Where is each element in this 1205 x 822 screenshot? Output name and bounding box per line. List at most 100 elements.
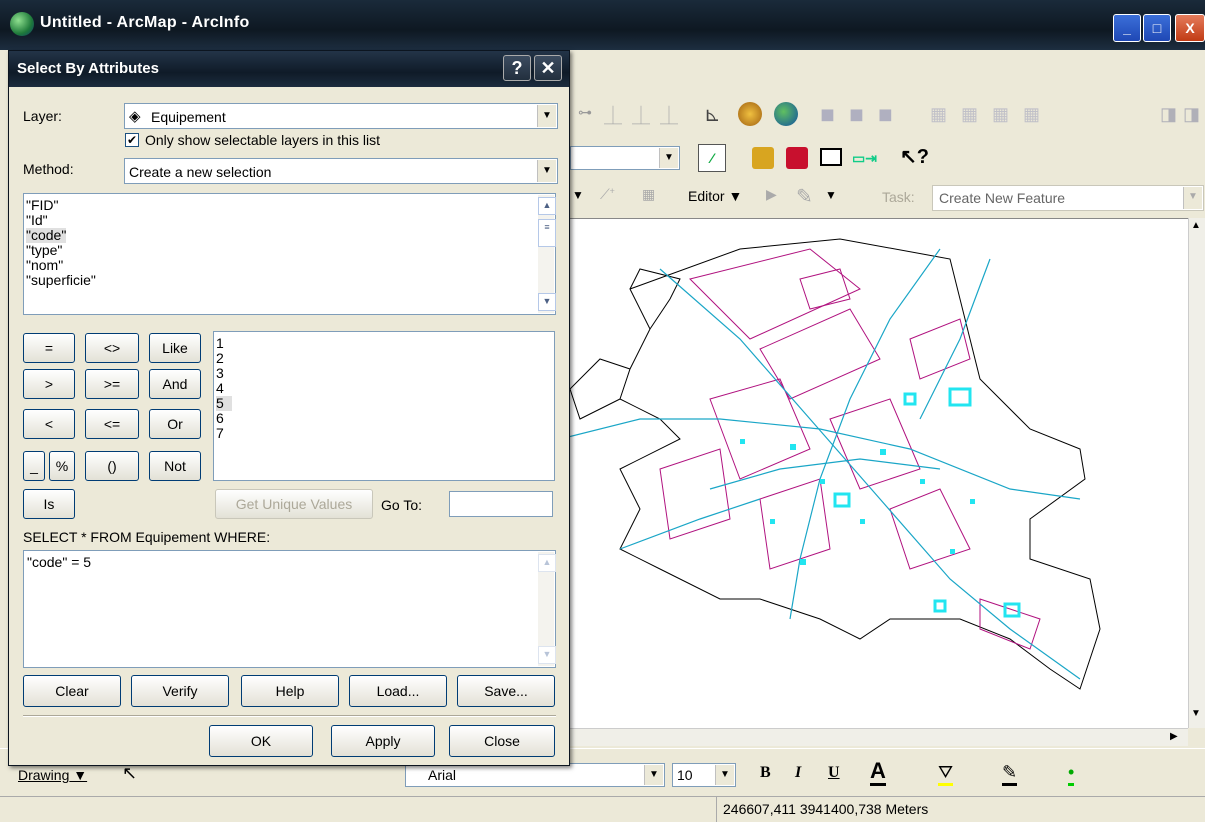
table-icon[interactable]: ▦ xyxy=(642,186,655,203)
draw-point-icon[interactable]: ⟋⁺ xyxy=(600,186,615,203)
scroll-down-icon[interactable]: ▼ xyxy=(1191,708,1201,719)
bold-button[interactable]: B xyxy=(760,764,771,782)
value-item[interactable]: 4 xyxy=(214,381,554,396)
load-button[interactable]: Load... xyxy=(349,675,447,707)
selected-feature xyxy=(860,519,865,524)
whats-this-icon[interactable]: ↖? xyxy=(900,144,929,169)
verify-button[interactable]: Verify xyxy=(131,675,229,707)
is-button[interactable]: Is xyxy=(23,489,75,519)
scale-combo[interactable]: ▼ xyxy=(570,146,680,170)
method-combo[interactable]: Create a new selection ▼ xyxy=(124,158,558,184)
value-item[interactable]: 3 xyxy=(214,366,554,381)
field-item[interactable]: "Id" xyxy=(24,213,555,228)
less-than-button[interactable]: < xyxy=(23,409,75,439)
marker-color-icon[interactable]: • xyxy=(1068,761,1075,786)
chevron-down-icon: ▼ xyxy=(537,105,556,127)
edit-vertex-icon[interactable]: ⏊ xyxy=(604,102,622,128)
map-horizontal-scrollbar[interactable]: ▶ xyxy=(560,728,1188,746)
only-selectable-checkbox[interactable]: ✔ xyxy=(125,133,139,147)
close-window-button[interactable]: X xyxy=(1175,14,1205,42)
georef-icons[interactable]: ◼◼◼ xyxy=(820,104,907,125)
help-icon[interactable]: ? xyxy=(503,55,531,81)
fields-list[interactable]: "FID" "Id" "code" "type" "nom" "superfic… xyxy=(23,193,556,315)
edit-topology-icon[interactable]: ⏊ xyxy=(660,102,678,128)
scroll-down-icon[interactable]: ▼ xyxy=(538,646,556,664)
not-button[interactable]: Not xyxy=(149,451,201,481)
sketch-tool-icon[interactable]: ✎ xyxy=(796,184,813,209)
close-button[interactable]: Close xyxy=(449,725,555,757)
graph-icon[interactable]: ⊾ xyxy=(704,102,721,127)
maximize-button[interactable]: □ xyxy=(1143,14,1171,42)
parentheses-button[interactable]: () xyxy=(85,451,139,481)
goto-input[interactable] xyxy=(449,491,553,517)
fields-scrollbar[interactable]: ▲ ≡ ▼ xyxy=(538,195,556,313)
modelbuilder-icon[interactable]: ▭⇥ xyxy=(852,150,877,167)
globe-icon[interactable] xyxy=(774,102,798,126)
font-name-combo[interactable]: Arial ▼ xyxy=(405,763,665,787)
field-item[interactable]: "FID" xyxy=(24,198,555,213)
catalog-icon[interactable] xyxy=(752,147,774,169)
scroll-thumb[interactable]: ≡ xyxy=(538,219,556,247)
map-vertical-scrollbar[interactable]: ▲ ▼ xyxy=(1188,218,1205,728)
ok-button[interactable]: OK xyxy=(209,725,313,757)
value-item[interactable]: 7 xyxy=(214,426,554,441)
help-button[interactable]: Help xyxy=(241,675,339,707)
editor-menu[interactable]: Editor ▼ xyxy=(688,188,742,204)
clear-button[interactable]: Clear xyxy=(23,675,121,707)
less-equal-button[interactable]: <= xyxy=(85,409,139,439)
font-color-button[interactable]: A xyxy=(870,759,886,786)
save-button[interactable]: Save... xyxy=(457,675,555,707)
select-elements-icon[interactable]: ↖ xyxy=(122,763,137,784)
task-combo[interactable]: Create New Feature ▼ xyxy=(932,185,1204,211)
equals-button[interactable]: = xyxy=(23,333,75,363)
arctoolbox-icon[interactable] xyxy=(786,147,808,169)
font-size-combo[interactable]: 10 ▼ xyxy=(672,763,736,787)
scroll-right-icon[interactable]: ▶ xyxy=(1170,731,1178,742)
field-item-selected[interactable]: "code" xyxy=(26,228,67,243)
line-color-icon[interactable]: ✎ xyxy=(1002,761,1018,786)
expression-textarea[interactable]: "code" = 5 ▲ ▼ xyxy=(23,550,556,668)
scroll-up-icon[interactable]: ▲ xyxy=(538,554,556,572)
map-canvas[interactable] xyxy=(559,219,1188,729)
like-button[interactable]: Like xyxy=(149,333,201,363)
field-item[interactable]: "superficie" xyxy=(24,273,555,288)
italic-button[interactable]: I xyxy=(795,764,801,782)
edit-tool-icon[interactable]: ▶ xyxy=(766,186,777,203)
scroll-down-icon[interactable]: ▼ xyxy=(538,293,556,311)
sketch-dropdown-icon[interactable]: ▼ xyxy=(825,188,837,202)
get-unique-values-button[interactable]: Get Unique Values xyxy=(215,489,373,519)
value-item-selected[interactable]: 5 xyxy=(216,396,232,411)
map-view[interactable] xyxy=(559,218,1188,729)
navigation-icons[interactable]: ◨◨ xyxy=(1160,104,1205,125)
underscore-button[interactable]: _ xyxy=(23,451,45,481)
layout-icons[interactable]: ▦▦▦▦ xyxy=(930,104,1054,125)
field-item[interactable]: "type" xyxy=(24,243,555,258)
dropdown-arrow-icon[interactable]: ▼ xyxy=(572,188,584,202)
command-line-icon[interactable] xyxy=(820,148,842,166)
close-icon[interactable]: ✕ xyxy=(534,55,562,81)
underline-button[interactable]: U xyxy=(828,764,840,782)
edit-sketch-icon[interactable]: ⏊ xyxy=(632,102,650,128)
and-button[interactable]: And xyxy=(149,369,201,399)
percent-button[interactable]: % xyxy=(49,451,75,481)
field-item[interactable]: "nom" xyxy=(24,258,555,273)
apply-button[interactable]: Apply xyxy=(331,725,435,757)
layer-combo[interactable]: ◈ Equipement ▼ xyxy=(124,103,558,129)
drawing-menu[interactable]: Drawing ▼ xyxy=(18,767,87,783)
values-list[interactable]: 1 2 3 4 5 6 7 xyxy=(213,331,555,481)
route-icon[interactable]: ⊶ xyxy=(578,104,592,121)
greater-equal-button[interactable]: >= xyxy=(85,369,139,399)
value-item[interactable]: 2 xyxy=(214,351,554,366)
toolbox-icon[interactable] xyxy=(738,102,762,126)
minimize-button[interactable]: _ xyxy=(1113,14,1141,42)
scroll-up-icon[interactable]: ▲ xyxy=(1191,220,1201,231)
value-item[interactable]: 1 xyxy=(214,336,554,351)
or-button[interactable]: Or xyxy=(149,409,201,439)
editor-toolbar-icon[interactable]: ⁄ xyxy=(698,144,726,172)
greater-than-button[interactable]: > xyxy=(23,369,75,399)
expression-scrollbar[interactable]: ▲ ▼ xyxy=(538,552,556,666)
not-equals-button[interactable]: <> xyxy=(85,333,139,363)
scroll-up-icon[interactable]: ▲ xyxy=(538,197,556,215)
value-item[interactable]: 6 xyxy=(214,411,554,426)
fill-color-icon[interactable]: ⛛ xyxy=(938,761,954,786)
